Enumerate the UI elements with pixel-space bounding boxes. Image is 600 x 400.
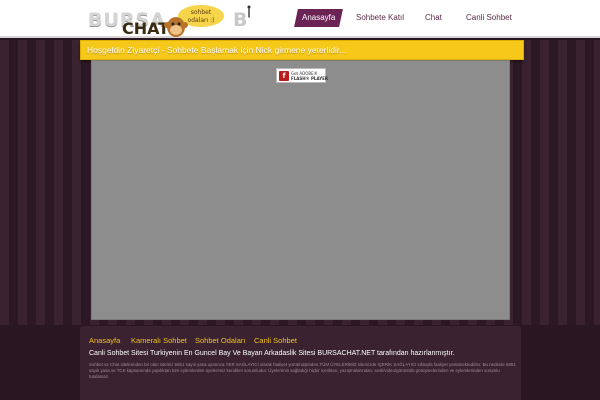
get-flash-player-button[interactable]: f Get ADOBE® FLASH® PLAYER	[276, 68, 328, 83]
bubble-text: sohbet odaları :)	[187, 9, 215, 24]
footer-link-anasayfa[interactable]: Anasayfa	[89, 336, 120, 345]
nav-item-sohbete-katil[interactable]: Sohbete Katıl	[356, 9, 404, 27]
monkey-mascot-icon	[164, 17, 188, 37]
site-footer: Anasayfa Kameralı Sohbet Sohbet Odaları …	[80, 326, 521, 400]
flash-icon: f	[279, 71, 289, 81]
chat-panel[interactable]: f Get ADOBE® FLASH® PLAYER	[91, 60, 510, 320]
nav-item-label: Anasayfa	[302, 13, 336, 22]
footer-legal-text: Sohbet ve Chat sitelerinden bir olan sit…	[89, 362, 516, 379]
footer-link-sohbet-odalari[interactable]: Sohbet Odaları	[195, 336, 245, 345]
footer-link-canli-sohbet[interactable]: Canli Sohbet	[254, 336, 297, 345]
welcome-notice-bar: Hoşgeldin Ziyaretçi - Sohbete Başlamak i…	[80, 40, 524, 60]
logo-chat-text: CHAT	[122, 19, 170, 38]
site-header: BURSA CHAT sohbet odaları :) B Anasayfa …	[0, 0, 600, 38]
nav-item-canli-sohbet[interactable]: Canli Sohbet	[466, 9, 512, 27]
nav-item-label: Canli Sohbet	[466, 13, 512, 22]
footer-link-kamerali-sohbet[interactable]: Kameralı Sohbet	[131, 336, 187, 345]
site-logo[interactable]: BURSA CHAT sohbet odaları :) B	[88, 3, 251, 38]
nav-item-label: Chat	[425, 13, 442, 22]
nav-item-chat[interactable]: Chat	[425, 9, 442, 27]
figure-icon	[247, 5, 251, 18]
flash-badge-line2: FLASH® PLAYER	[291, 76, 328, 81]
flash-badge-text: Get ADOBE® FLASH® PLAYER	[291, 71, 328, 81]
welcome-notice-text: Hoşgeldin Ziyaretçi - Sohbete Başlamak i…	[87, 45, 347, 55]
footer-main-text: Canli Sohbet Sitesi Turkiyenin En Guncel…	[89, 350, 455, 357]
nav-item-label: Sohbete Katıl	[356, 13, 405, 22]
nav-item-anasayfa[interactable]: Anasayfa	[294, 9, 344, 27]
